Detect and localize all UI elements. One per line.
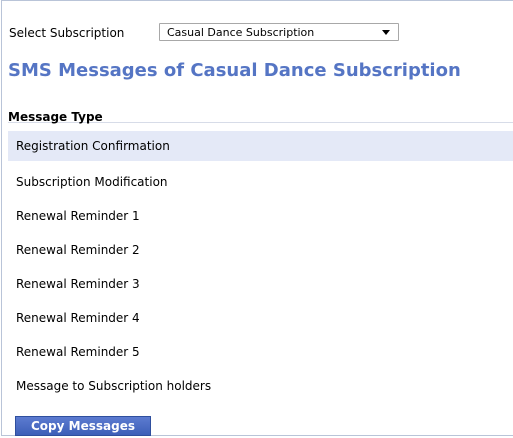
message-row-subscription-modification[interactable]: Subscription Modification xyxy=(8,165,513,199)
copy-messages-button[interactable]: Copy Messages xyxy=(15,416,151,436)
message-row-renewal-reminder-4[interactable]: Renewal Reminder 4 xyxy=(8,301,513,335)
message-row-renewal-reminder-3[interactable]: Renewal Reminder 3 xyxy=(8,267,513,301)
column-header-message-type: Message Type xyxy=(8,110,103,124)
message-type-list: Registration Confirmation Subscription M… xyxy=(8,131,513,403)
message-row-renewal-reminder-5[interactable]: Renewal Reminder 5 xyxy=(8,335,513,369)
message-row-subscription-holders[interactable]: Message to Subscription holders xyxy=(8,369,513,403)
subscription-dropdown[interactable]: Casual Dance Subscription xyxy=(159,23,399,41)
subscription-select-row: Select Subscription Casual Dance Subscri… xyxy=(9,23,399,43)
message-row-renewal-reminder-2[interactable]: Renewal Reminder 2 xyxy=(8,233,513,267)
message-row-renewal-reminder-1[interactable]: Renewal Reminder 1 xyxy=(8,199,513,233)
table-header: Message Type xyxy=(8,106,513,124)
message-row-registration-confirmation[interactable]: Registration Confirmation xyxy=(8,131,513,161)
subscription-dropdown-value: Casual Dance Subscription xyxy=(167,25,315,39)
select-subscription-label: Select Subscription xyxy=(9,26,125,40)
chevron-down-icon xyxy=(382,30,390,35)
page-title: SMS Messages of Casual Dance Subscriptio… xyxy=(8,60,461,81)
